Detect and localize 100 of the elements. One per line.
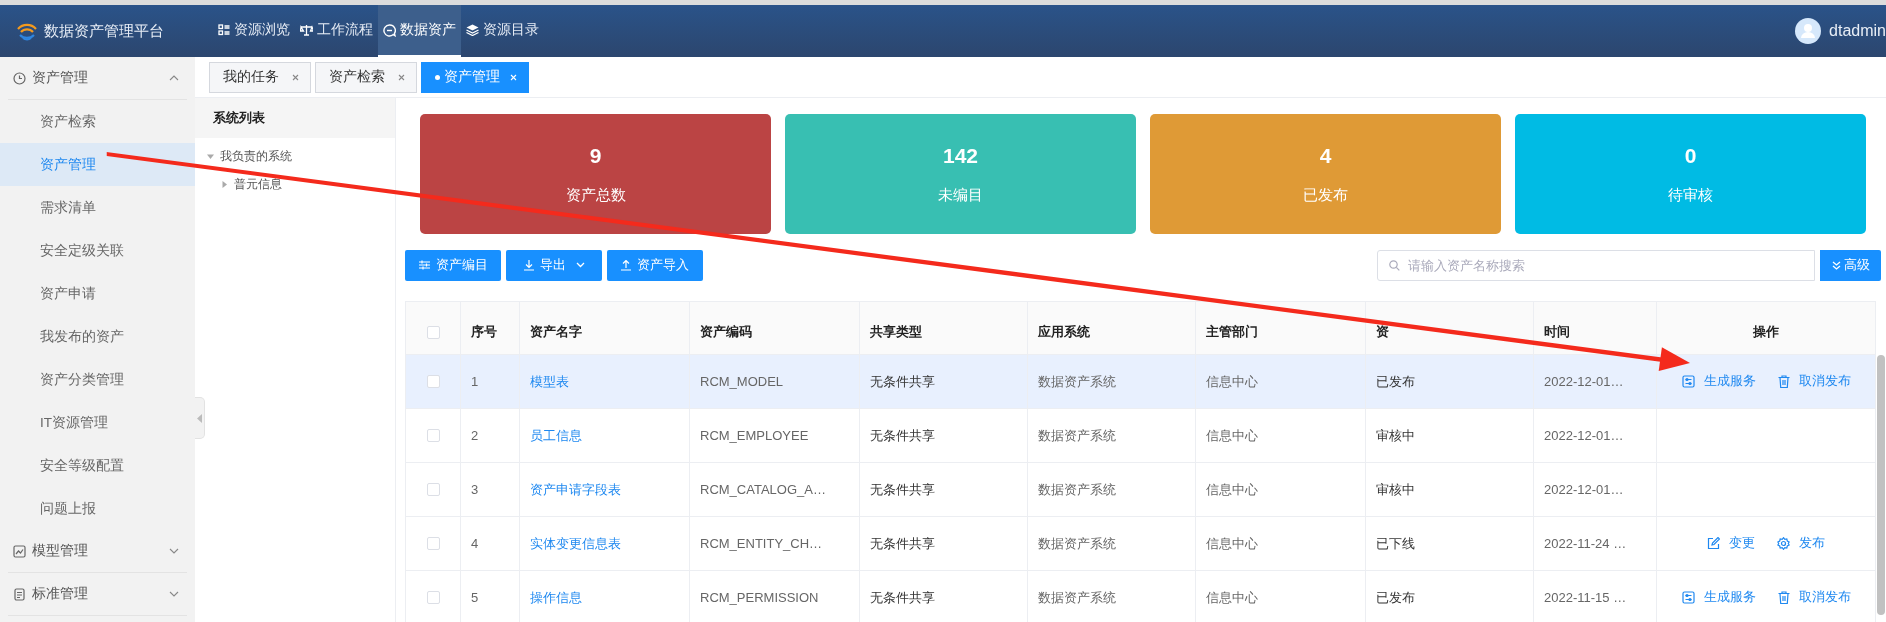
menu-item[interactable]: 需求清单 xyxy=(0,186,195,229)
menu-item[interactable]: 安全定级关联 xyxy=(0,229,195,272)
active-dot xyxy=(435,74,440,80)
checkbox[interactable] xyxy=(426,537,440,550)
gear-icon xyxy=(1777,537,1790,550)
trash-icon xyxy=(1777,375,1790,388)
page-tab[interactable]: 资产管理 xyxy=(421,61,529,93)
asset-link[interactable]: 资产申请字段表 xyxy=(530,480,621,499)
table-cell: RCM_MODEL xyxy=(690,355,860,409)
table-cell: 2022-12-01… xyxy=(1534,409,1657,463)
menu-group[interactable]: 资产管理 xyxy=(8,57,187,100)
action-link[interactable]: 取消发布 xyxy=(1777,589,1851,606)
action-link[interactable]: 发布 xyxy=(1777,535,1825,552)
menu-item[interactable]: 资产申请 xyxy=(0,272,195,315)
table-cell: 信息中心 xyxy=(1196,355,1366,409)
checkbox[interactable] xyxy=(426,375,440,388)
close-icon[interactable] xyxy=(292,73,299,81)
avatar-icon[interactable] xyxy=(1795,18,1822,44)
nav-tab[interactable]: 工作流程 xyxy=(295,5,378,57)
page-tab[interactable]: 我的任务 xyxy=(209,61,311,93)
table-cell: 信息中心 xyxy=(1196,517,1366,571)
menu-item[interactable]: 资产分类管理 xyxy=(0,358,195,401)
stat-label: 未编目 xyxy=(938,185,983,205)
app-title: 数据资产管理平台 xyxy=(44,21,164,41)
nav-tab[interactable]: 资源浏览 xyxy=(213,5,295,57)
user-name[interactable]: dtadmin xyxy=(1829,22,1886,40)
table-cell: 2022-11-24 … xyxy=(1534,517,1657,571)
menu-item[interactable]: 安全等级配置 xyxy=(0,444,195,487)
table-cell: 3 xyxy=(461,463,520,517)
list-icon xyxy=(218,24,230,36)
action-link[interactable]: 生成服务 xyxy=(1681,589,1756,606)
table-cell: 2 xyxy=(461,409,520,463)
caret-right-icon xyxy=(221,180,228,188)
menu-item[interactable]: 我发布的资产 xyxy=(0,315,195,358)
table-row[interactable]: 1 模型表 RCM_MODEL 无条件共享 数据资产系统 信息中心 已发布 2022-12-01… 生成服务 取消发布 xyxy=(406,355,1876,409)
table-cell: 无条件共享 xyxy=(860,409,1028,463)
table-cell: 信息中心 xyxy=(1196,571,1366,622)
nav-tab[interactable]: 数据资产 xyxy=(378,5,461,57)
table-cell: RCM_EMPLOYEE xyxy=(690,409,860,463)
panel-title: 系统列表 xyxy=(195,98,395,138)
table-cell: 数据资产系统 xyxy=(1028,409,1196,463)
menu-item[interactable]: 资产管理 xyxy=(0,143,195,186)
table-cell: 信息中心 xyxy=(1196,409,1366,463)
edit-icon xyxy=(1707,537,1720,550)
tree-node[interactable]: 我负责的系统 xyxy=(195,142,395,170)
table-row[interactable]: 5 操作信息 RCM_PERMISSION 无条件共享 数据资产系统 信息中心 已发布 2022-11-15 … 生成服务 取消发布 xyxy=(406,571,1876,622)
asset-link[interactable]: 员工信息 xyxy=(530,426,582,445)
scrollbar[interactable] xyxy=(1877,355,1885,615)
chevron-down-icon xyxy=(169,548,179,554)
table-cell: 数据资产系统 xyxy=(1028,355,1196,409)
menu-item[interactable]: IT资源管理 xyxy=(0,401,195,444)
download-icon xyxy=(523,259,534,271)
tree-node[interactable]: 普元信息 xyxy=(195,170,395,198)
table-cell: 无条件共享 xyxy=(860,517,1028,571)
page-tab[interactable]: 资产检索 xyxy=(315,61,417,93)
chevron-up-icon xyxy=(169,75,179,81)
checkbox[interactable] xyxy=(426,429,440,442)
close-icon[interactable] xyxy=(398,73,405,81)
toolbar-button[interactable]: 资产编目 xyxy=(405,249,501,281)
search-field[interactable]: 请输入资产名称搜索 xyxy=(1377,249,1815,281)
advanced-button[interactable]: 高级 xyxy=(1820,249,1881,281)
server-icon xyxy=(1681,375,1695,388)
table-cell: 4 xyxy=(461,517,520,571)
checkbox[interactable] xyxy=(426,591,440,604)
asset-link[interactable]: 操作信息 xyxy=(530,588,582,607)
chat-icon xyxy=(383,23,396,37)
stat-card[interactable]: 9 资产总数 xyxy=(420,114,771,234)
upload-icon xyxy=(621,259,631,271)
menu-item[interactable]: 问题上报 xyxy=(0,487,195,530)
nav-tab[interactable]: 资源目录 xyxy=(461,5,544,57)
chevron-down-icon xyxy=(169,591,179,597)
asset-link[interactable]: 模型表 xyxy=(530,372,569,391)
action-link[interactable]: 变更 xyxy=(1707,535,1755,552)
checkbox[interactable] xyxy=(426,483,440,496)
collapse-icon[interactable] xyxy=(197,413,202,423)
table-cell: 已发布 xyxy=(1366,355,1534,409)
checkbox[interactable] xyxy=(426,325,440,339)
trash-icon xyxy=(1777,591,1790,604)
table-row[interactable]: 2 员工信息 RCM_EMPLOYEE 无条件共享 数据资产系统 信息中心 审核中 2022-12-01… xyxy=(406,409,1876,463)
caret-icon xyxy=(575,262,585,268)
table-row[interactable]: 4 实体变更信息表 RCM_ENTITY_CH… 无条件共享 数据资产系统 信息中心 已下线 2022-11-24 … 变更 发布 xyxy=(406,517,1876,571)
action-link[interactable]: 生成服务 xyxy=(1681,373,1756,390)
table-cell: 数据资产系统 xyxy=(1028,571,1196,622)
table-cell: RCM_CATALOG_A… xyxy=(690,463,860,517)
menu-item[interactable]: 资产检索 xyxy=(0,100,195,143)
menu-group[interactable]: 模型管理 xyxy=(8,530,187,573)
clock-icon xyxy=(13,71,26,85)
table-cell: 无条件共享 xyxy=(860,355,1028,409)
table-row[interactable]: 3 资产申请字段表 RCM_CATALOG_A… 无条件共享 数据资产系统 信息中心 审核中 2022-12-01… xyxy=(406,463,1876,517)
action-link[interactable]: 取消发布 xyxy=(1777,373,1851,390)
asset-link[interactable]: 实体变更信息表 xyxy=(530,534,621,553)
menu-group[interactable]: 标准管理 xyxy=(8,573,187,616)
table-cell: 已下线 xyxy=(1366,517,1534,571)
logo-icon xyxy=(16,21,38,41)
table-cell: 审核中 xyxy=(1366,463,1534,517)
table-cell: 审核中 xyxy=(1366,409,1534,463)
table-cell: 1 xyxy=(461,355,520,409)
toolbar-button[interactable]: 资产导入 xyxy=(607,249,703,281)
toolbar-button[interactable]: 导出 xyxy=(506,249,602,281)
stat-label: 已发布 xyxy=(1303,185,1348,205)
